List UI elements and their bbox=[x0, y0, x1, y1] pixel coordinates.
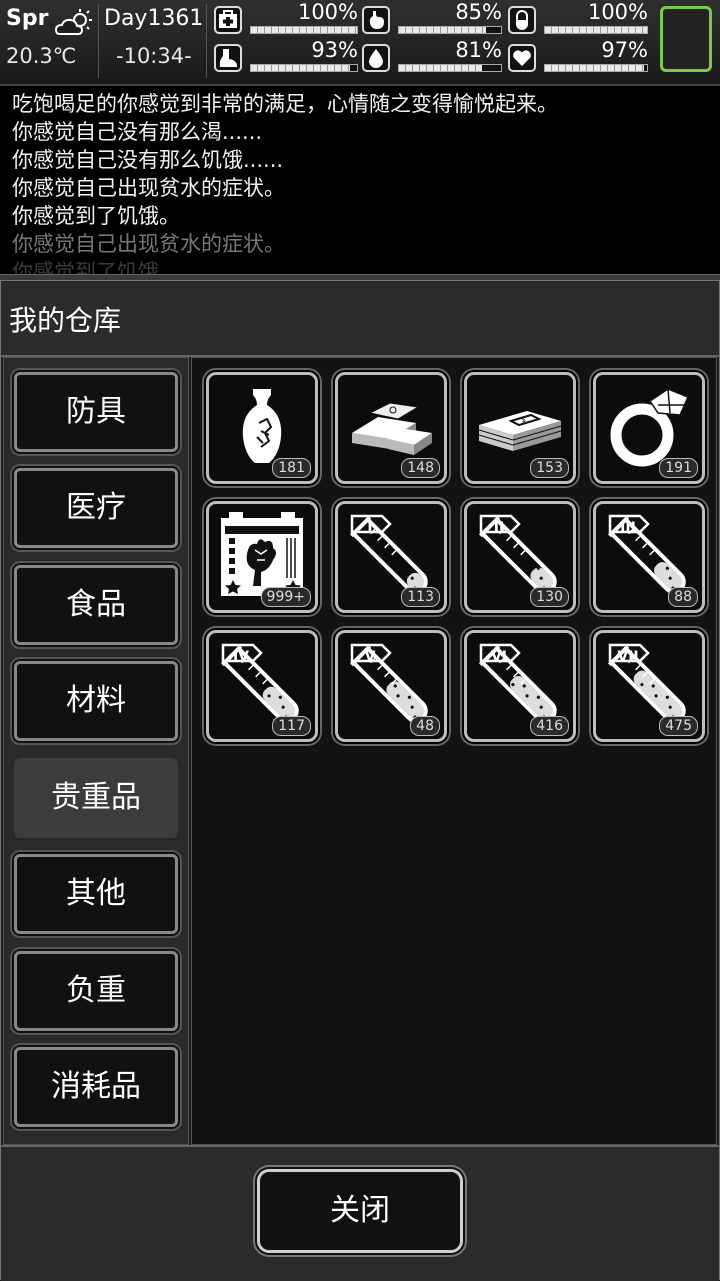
item-test-tube[interactable]: VI 416 bbox=[464, 630, 576, 742]
tab-consumables[interactable]: 消耗品 bbox=[14, 1047, 178, 1127]
temperature-label: 20.3℃ bbox=[6, 44, 77, 68]
close-button[interactable]: 关闭 bbox=[257, 1169, 463, 1253]
item-test-tube[interactable]: V 48 bbox=[335, 630, 447, 742]
item-count: 113 bbox=[401, 587, 440, 607]
item-count: 117 bbox=[272, 716, 311, 736]
item-test-tube[interactable]: II 130 bbox=[464, 501, 576, 613]
item-specimen-card[interactable]: 999+ bbox=[206, 501, 318, 613]
log-line: 你感觉到了饥饿。 bbox=[12, 260, 180, 274]
stat-bar bbox=[250, 26, 358, 34]
stat-stamina: 93% bbox=[214, 38, 358, 78]
stat-bar bbox=[544, 64, 648, 72]
stat-hydration: 81% bbox=[362, 38, 502, 78]
item-count: 153 bbox=[530, 458, 569, 478]
quick-slot[interactable] bbox=[660, 6, 712, 72]
log-line: 你感觉到了饥饿。 bbox=[12, 204, 180, 228]
tube-label: III bbox=[620, 520, 636, 536]
log-line: 你感觉自己出现贫水的症状。 bbox=[12, 176, 285, 200]
log-line: 吃饱喝足的你感觉到非常的满足，心情随之变得愉悦起来。 bbox=[12, 92, 558, 116]
item-count: 999+ bbox=[260, 587, 311, 607]
stat-fullness: 85% bbox=[362, 0, 502, 40]
stat-bar bbox=[544, 26, 648, 34]
status-bar: Spr 20.3℃ Day1361 -10:34- 100% 85% 100% … bbox=[0, 0, 720, 86]
divider bbox=[206, 4, 207, 78]
stat-health: 100% bbox=[214, 0, 358, 40]
tube-label: V bbox=[364, 649, 376, 665]
item-test-tube[interactable]: IV 117 bbox=[206, 630, 318, 742]
stat-value: 85% bbox=[455, 0, 502, 24]
item-test-tube[interactable]: I 113 bbox=[335, 501, 447, 613]
tab-load[interactable]: 负重 bbox=[14, 951, 178, 1031]
stat-immunity: 100% bbox=[508, 0, 648, 40]
pill-icon bbox=[508, 6, 536, 34]
log-line: 你感觉自己没有那么渴...... bbox=[12, 120, 263, 144]
stat-value: 93% bbox=[311, 38, 358, 62]
panel-title: 我的仓库 bbox=[9, 304, 122, 337]
stat-value: 97% bbox=[601, 38, 648, 62]
tube-label: VII bbox=[617, 649, 639, 665]
panel-footer: 关闭 bbox=[1, 1145, 719, 1281]
log-line: 你感觉自己出现贫水的症状。 bbox=[12, 232, 285, 256]
item-diamond-ring[interactable]: 191 bbox=[593, 372, 705, 484]
tab-materials[interactable]: 材料 bbox=[14, 661, 178, 741]
item-count: 191 bbox=[659, 458, 698, 478]
item-cash-stack[interactable]: $ 153 bbox=[464, 372, 576, 484]
season-label: Spr bbox=[6, 6, 49, 31]
message-log[interactable]: 吃饱喝足的你感觉到非常的满足，心情随之变得愉悦起来。 你感觉自己没有那么渴...… bbox=[0, 86, 720, 274]
item-count: 181 bbox=[272, 458, 311, 478]
stat-value: 100% bbox=[297, 0, 358, 24]
heart-icon bbox=[508, 44, 536, 72]
tube-label: II bbox=[493, 520, 505, 536]
tube-label: I bbox=[367, 520, 373, 536]
tab-armor[interactable]: 防具 bbox=[14, 372, 178, 452]
item-test-tube[interactable]: III 88 bbox=[593, 501, 705, 613]
tab-other[interactable]: 其他 bbox=[14, 854, 178, 934]
tube-label: IV bbox=[232, 649, 250, 665]
stomach-icon bbox=[362, 6, 390, 34]
tab-valuables[interactable]: 贵重品 bbox=[14, 758, 178, 838]
storage-panel: 我的仓库 防具 医疗 食品 材料 贵重品 其他 负重 消耗品 181 148 $… bbox=[0, 280, 720, 1281]
partly-cloudy-icon bbox=[54, 9, 92, 35]
day-counter: Day1361 bbox=[104, 6, 204, 31]
stat-bar bbox=[398, 64, 502, 72]
stat-value: 100% bbox=[587, 0, 648, 24]
item-gold-bars[interactable]: 148 bbox=[335, 372, 447, 484]
log-line: 你感觉自己没有那么饥饿...... bbox=[12, 148, 284, 172]
stat-bar bbox=[398, 26, 502, 34]
medkit-icon bbox=[214, 6, 242, 34]
divider bbox=[98, 4, 99, 78]
svg-text:$: $ bbox=[521, 415, 526, 424]
item-vase[interactable]: 181 bbox=[206, 372, 318, 484]
clock-label: -10:34- bbox=[116, 44, 192, 68]
water-drop-icon bbox=[362, 44, 390, 72]
item-count: 475 bbox=[659, 716, 698, 736]
item-count: 88 bbox=[668, 587, 698, 607]
item-count: 48 bbox=[410, 716, 440, 736]
item-count: 148 bbox=[401, 458, 440, 478]
stat-mood: 97% bbox=[508, 38, 648, 78]
panel-header: 我的仓库 bbox=[1, 281, 719, 357]
stat-bar bbox=[250, 64, 358, 72]
tube-label: VI bbox=[490, 649, 508, 665]
stat-value: 81% bbox=[455, 38, 502, 62]
tab-medical[interactable]: 医疗 bbox=[14, 468, 178, 548]
item-count: 416 bbox=[530, 716, 569, 736]
boot-icon bbox=[214, 44, 242, 72]
item-grid: 181 148 $ 153 191 999+ I 113 II 130 III … bbox=[191, 357, 717, 1145]
tab-food[interactable]: 食品 bbox=[14, 565, 178, 645]
item-count: 130 bbox=[530, 587, 569, 607]
item-test-tube[interactable]: VII 475 bbox=[593, 630, 705, 742]
category-tabs: 防具 医疗 食品 材料 贵重品 其他 负重 消耗品 bbox=[3, 357, 189, 1145]
